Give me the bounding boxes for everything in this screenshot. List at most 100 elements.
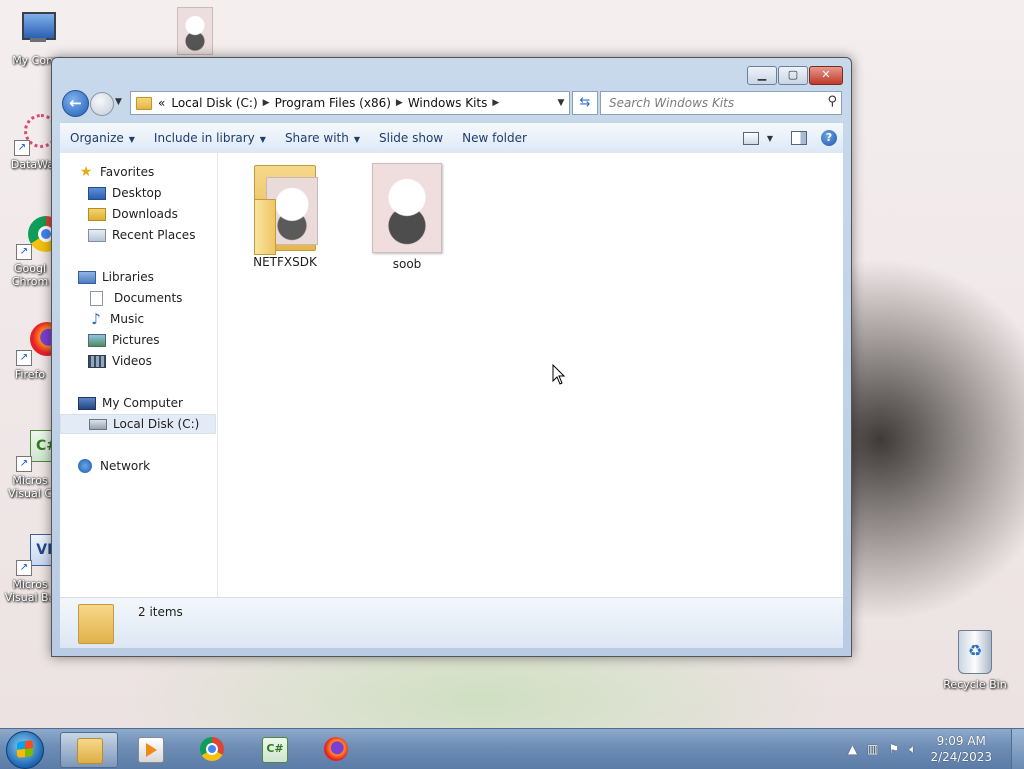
breadcrumb-overflow[interactable]: « (156, 96, 171, 110)
nav-label: Desktop (112, 186, 162, 200)
close-button[interactable]: ✕ (809, 66, 843, 85)
taskbar-visual-csharp[interactable]: C# (246, 732, 302, 766)
nav-item-favorites[interactable]: ★ Favorites (60, 162, 217, 182)
nav-item-local-disk[interactable]: Local Disk (C:) (60, 414, 216, 434)
breadcrumb-windows-kits[interactable]: Windows Kits (408, 96, 488, 110)
explorer-window: ▁ ▢ ✕ ← ▼ « Local Disk (C:) ▶ Program Fi… (51, 57, 852, 657)
recent-pages-button[interactable]: ▼ (115, 97, 122, 107)
nav-item-pictures[interactable]: Pictures (60, 330, 217, 350)
taskbar-firefox[interactable] (308, 732, 364, 766)
computer-icon (78, 396, 96, 410)
minimize-button[interactable]: ▁ (747, 66, 777, 85)
star-icon: ★ (79, 164, 93, 180)
folder-icon (136, 96, 152, 110)
preview-pane-icon[interactable] (791, 131, 807, 145)
search-box[interactable]: ⚲ (600, 91, 842, 115)
slide-show-label: Slide show (379, 131, 444, 145)
hard-disk-icon (89, 418, 107, 430)
breadcrumb-local-disk[interactable]: Local Disk (C:) (171, 96, 257, 110)
nav-item-videos[interactable]: Videos (60, 351, 217, 371)
nav-label: Pictures (112, 333, 160, 347)
nav-item-recent-places[interactable]: Recent Places (60, 225, 217, 245)
show-hidden-icons-icon[interactable]: ▲ (848, 742, 857, 756)
refresh-icon: ⇆ (579, 95, 591, 110)
address-bar[interactable]: « Local Disk (C:) ▶ Program Files (x86) … (130, 91, 570, 115)
search-input[interactable] (607, 92, 821, 114)
window-body: ★ Favorites Desktop Downloads Recent Plac… (60, 153, 843, 598)
chevron-down-icon: ▼ (115, 97, 122, 107)
windows-logo-icon (17, 740, 33, 758)
nav-item-libraries[interactable]: Libraries (60, 267, 217, 287)
address-dropdown-button[interactable]: ▼ (553, 98, 569, 108)
desktop-image-thumbnail[interactable] (177, 7, 213, 55)
taskbar-media-player[interactable] (122, 732, 178, 766)
media-player-icon (138, 737, 164, 763)
documents-icon (90, 290, 103, 306)
desktop-icon-label: Micros Visual C (7, 474, 53, 500)
nav-item-documents[interactable]: Documents (60, 288, 217, 308)
recent-places-icon (88, 228, 106, 242)
clock[interactable]: 9:09 AM 2/24/2023 (930, 733, 992, 765)
breadcrumb-separator-icon[interactable]: ▶ (391, 98, 408, 108)
include-in-library-button[interactable]: Include in library ▼ (144, 131, 275, 145)
nav-item-network[interactable]: Network (60, 456, 217, 476)
breadcrumb-separator-icon[interactable]: ▶ (487, 98, 504, 108)
slide-show-button[interactable]: Slide show (369, 131, 452, 145)
nav-item-music[interactable]: ♪ Music (60, 309, 217, 329)
network-icon (78, 459, 92, 473)
videos-icon (88, 354, 106, 368)
chevron-down-icon[interactable]: ▼ (767, 134, 773, 143)
back-arrow-icon: ← (69, 94, 82, 112)
libraries-icon (78, 270, 96, 284)
nav-label: Music (110, 312, 145, 326)
help-icon[interactable]: ? (821, 130, 837, 146)
breadcrumb-program-files[interactable]: Program Files (x86) (275, 96, 391, 110)
chevron-down-icon: ▼ (259, 135, 266, 144)
nav-label: Recent Places (112, 228, 196, 242)
include-in-library-label: Include in library (153, 131, 255, 145)
start-button[interactable] (6, 731, 44, 769)
chrome-icon (200, 737, 224, 761)
item-count: 2 items (138, 605, 183, 619)
volume-icon[interactable]: 🔈︎ (909, 742, 916, 757)
forward-button[interactable] (90, 92, 114, 116)
firefox-icon (324, 737, 348, 761)
action-center-icon[interactable]: ⚑ (889, 742, 900, 756)
file-item-netfxsdk[interactable]: NETFXSDK (240, 163, 330, 269)
recycle-bin-icon: ♻ (958, 630, 992, 674)
pictures-icon (88, 333, 106, 347)
nav-label: Downloads (112, 207, 178, 221)
nav-item-my-computer[interactable]: My Computer (60, 393, 217, 413)
network-status-icon[interactable]: ▥ (867, 742, 878, 756)
navigation-pane: ★ Favorites Desktop Downloads Recent Plac… (60, 153, 218, 597)
breadcrumb-separator-icon[interactable]: ▶ (258, 98, 275, 108)
nav-item-desktop[interactable]: Desktop (60, 183, 217, 203)
maximize-button[interactable]: ▢ (778, 66, 808, 85)
file-item-soob[interactable]: soob (362, 163, 452, 271)
minimize-icon: ▁ (757, 68, 767, 81)
shortcut-arrow-icon: ↗ (16, 456, 32, 472)
nav-label: Network (100, 459, 151, 473)
desktop-icon-label: Recycle Bin (943, 678, 1007, 691)
search-icon[interactable]: ⚲ (827, 94, 837, 109)
file-list[interactable]: NETFXSDK soob (218, 153, 843, 597)
show-desktop-button[interactable] (1011, 729, 1024, 769)
shortcut-arrow-icon: ↗ (16, 350, 32, 366)
share-with-button[interactable]: Share with ▼ (275, 131, 369, 145)
taskbar-windows-explorer[interactable] (60, 732, 118, 768)
computer-icon (16, 8, 60, 52)
file-name: NETFXSDK (253, 255, 317, 269)
nav-item-downloads[interactable]: Downloads (60, 204, 217, 224)
new-folder-button[interactable]: New folder (452, 131, 536, 145)
desktop-icon-recycle-bin[interactable]: ♻ Recycle Bin (940, 630, 1010, 691)
refresh-button[interactable]: ⇆ (572, 91, 598, 115)
back-button[interactable]: ← (62, 90, 89, 117)
desktop-icon-label: Firefo (14, 368, 46, 381)
folder-icon (78, 604, 114, 644)
taskbar-google-chrome[interactable] (184, 732, 240, 766)
change-view-icon[interactable] (742, 131, 759, 145)
nav-label: Videos (112, 354, 152, 368)
clock-time: 9:09 AM (936, 734, 986, 748)
caption-buttons: ▁ ▢ ✕ (746, 66, 843, 85)
organize-button[interactable]: Organize ▼ (60, 131, 144, 145)
